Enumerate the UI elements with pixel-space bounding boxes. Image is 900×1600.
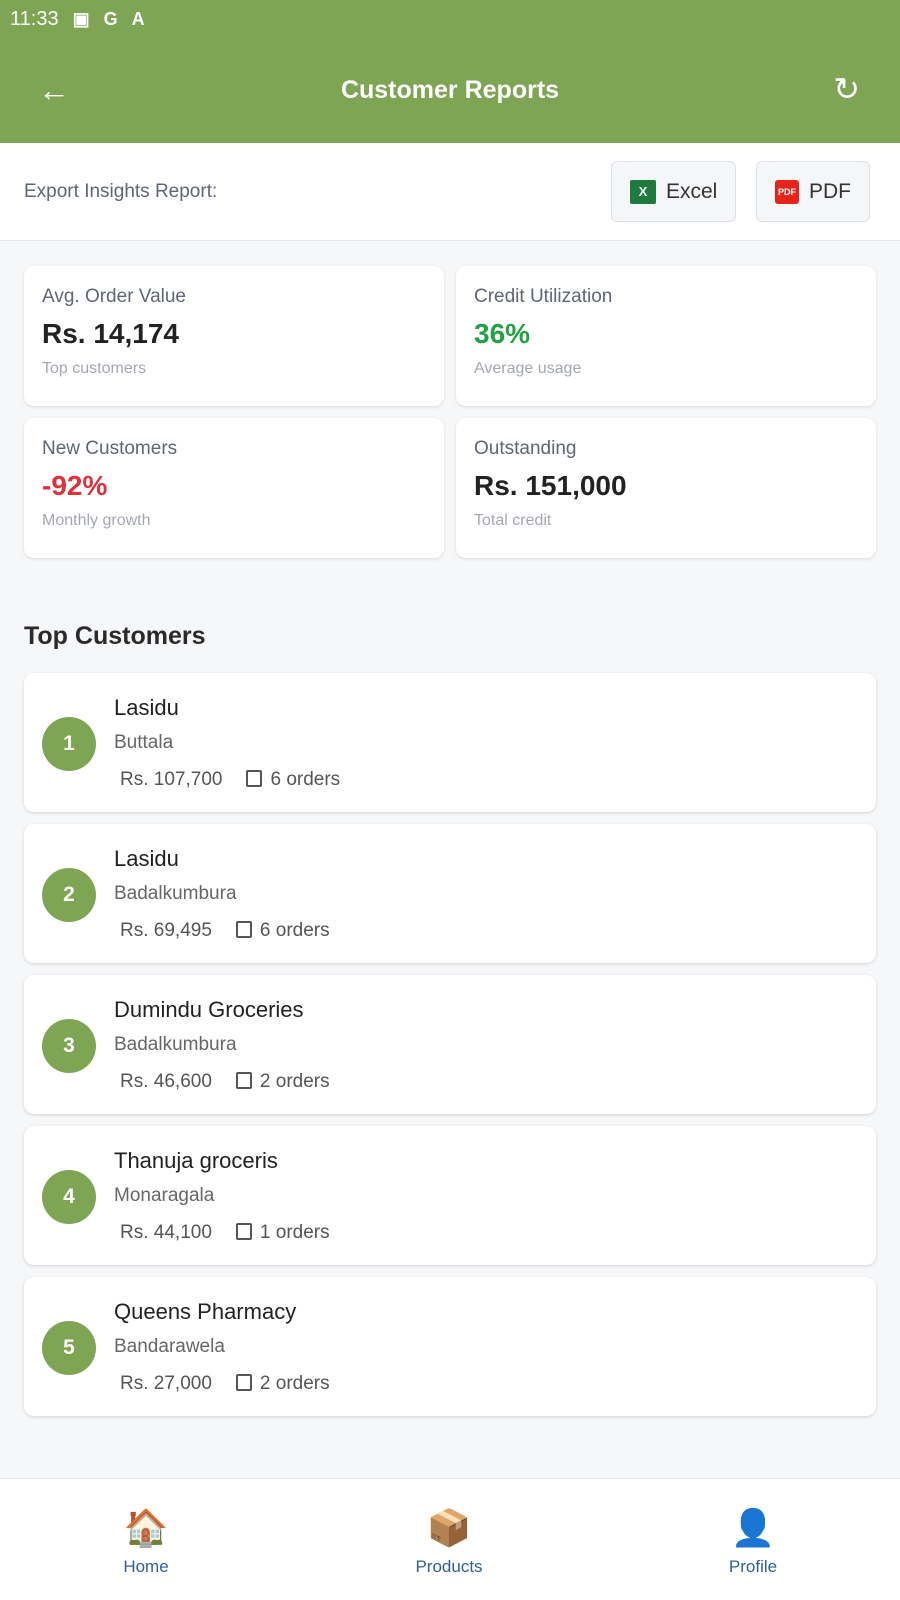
refresh-icon[interactable]: ↻ <box>833 70 860 108</box>
orders-wrap: 6 orders <box>235 920 330 942</box>
stat-sub: Monthly growth <box>42 512 151 529</box>
orders-wrap: 2 orders <box>235 1071 330 1093</box>
app-bar: 11:33 ▣ G A ← Customer Reports ↻ <box>0 0 900 143</box>
status-time: 11:33 <box>10 8 59 30</box>
customer-orders: 2 orders <box>259 1071 330 1092</box>
pdf-icon: PDF <box>775 179 799 204</box>
stat-sub: Top customers <box>42 360 147 377</box>
orders-wrap: 1 orders <box>235 1222 330 1244</box>
shopping-bag-icon <box>235 1072 252 1089</box>
customer-meta: Rs. 107,700 6 orders <box>120 769 340 791</box>
nav-label: Products <box>415 1557 483 1576</box>
customer-name: Lasidu <box>114 695 179 720</box>
customer-card[interactable]: 3 Dumindu Groceries Badalkumbura Rs. 46,… <box>24 975 876 1114</box>
shopping-bag-icon <box>235 921 252 938</box>
customer-amount: Rs. 69,495 <box>120 920 212 941</box>
nav-products[interactable]: 📦 Products <box>349 1507 549 1577</box>
stat-value: Rs. 14,174 <box>42 318 179 349</box>
rank-badge: 3 <box>42 1019 96 1073</box>
customer-card[interactable]: 1 Lasidu Buttala Rs. 107,700 6 orders <box>24 673 876 812</box>
font-icon: A <box>131 9 145 29</box>
section-title: Top Customers <box>24 622 206 650</box>
customer-name: Lasidu <box>114 846 179 871</box>
status-bar: 11:33 ▣ G A <box>10 8 145 31</box>
customer-amount: Rs. 27,000 <box>120 1373 212 1394</box>
stat-label: Avg. Order Value <box>42 286 186 307</box>
package-icon: 📦 <box>426 1507 472 1548</box>
customer-orders: 1 orders <box>259 1222 330 1243</box>
customer-name: Queens Pharmacy <box>114 1299 297 1324</box>
excel-icon: X <box>630 179 656 204</box>
customer-location: Badalkumbura <box>114 1034 237 1055</box>
stat-card-outstanding: Outstanding Rs. 151,000 Total credit <box>456 418 876 558</box>
stat-value: Rs. 151,000 <box>474 470 627 501</box>
customer-orders: 6 orders <box>270 769 341 790</box>
stat-card-credit-utilization: Credit Utilization 36% Average usage <box>456 266 876 406</box>
customer-amount: Rs. 107,700 <box>120 769 223 790</box>
customer-location: Buttala <box>114 732 174 753</box>
google-icon: G <box>103 9 118 29</box>
excel-label: Excel <box>666 179 718 203</box>
pdf-export-button[interactable]: PDF PDF <box>756 161 870 222</box>
rank-badge: 5 <box>42 1321 96 1375</box>
stat-sub: Average usage <box>474 360 582 377</box>
orders-wrap: 6 orders <box>246 769 340 791</box>
stat-label: New Customers <box>42 438 178 459</box>
customer-orders: 6 orders <box>259 920 330 941</box>
nav-label: Home <box>123 1557 169 1576</box>
export-bar: Export Insights Report: X Excel PDF PDF <box>0 143 900 241</box>
export-label: Export Insights Report: <box>24 181 218 202</box>
profile-icon: 👤 <box>730 1507 776 1548</box>
customer-location: Monaragala <box>114 1185 215 1206</box>
home-icon: 🏠 <box>123 1507 169 1548</box>
customer-amount: Rs. 44,100 <box>120 1222 212 1243</box>
customer-name: Dumindu Groceries <box>114 997 304 1022</box>
shopping-bag-icon <box>246 770 263 787</box>
stat-card-avg-order: Avg. Order Value Rs. 14,174 Top customer… <box>24 266 444 406</box>
customer-name: Thanuja groceris <box>114 1148 278 1173</box>
orders-wrap: 2 orders <box>235 1373 330 1395</box>
nav-label: Profile <box>728 1557 778 1576</box>
customer-location: Bandarawela <box>114 1336 225 1357</box>
customer-card[interactable]: 4 Thanuja groceris Monaragala Rs. 44,100… <box>24 1126 876 1265</box>
customer-location: Badalkumbura <box>114 883 237 904</box>
customer-card[interactable]: 5 Queens Pharmacy Bandarawela Rs. 27,000… <box>24 1277 876 1416</box>
excel-export-button[interactable]: X Excel <box>611 161 737 222</box>
stat-label: Credit Utilization <box>474 286 613 307</box>
stat-card-new-customers: New Customers -92% Monthly growth <box>24 418 444 558</box>
customer-meta: Rs. 46,600 2 orders <box>120 1071 330 1093</box>
customer-meta: Rs. 27,000 2 orders <box>120 1373 330 1395</box>
stat-sub: Total credit <box>474 512 552 529</box>
customer-card[interactable]: 2 Lasidu Badalkumbura Rs. 69,495 6 order… <box>24 824 876 963</box>
stat-value: 36% <box>474 318 531 349</box>
rank-badge: 4 <box>42 1170 96 1224</box>
stat-label: Outstanding <box>474 438 577 459</box>
page-title: Customer Reports <box>340 76 560 104</box>
shopping-bag-icon <box>235 1374 252 1391</box>
nav-home[interactable]: 🏠 Home <box>46 1507 246 1577</box>
image-icon: ▣ <box>72 9 90 29</box>
nav-profile[interactable]: 👤 Profile <box>653 1507 853 1577</box>
customer-meta: Rs. 69,495 6 orders <box>120 920 330 942</box>
bottom-nav: 🏠 Home 📦 Products 👤 Profile <box>0 1478 900 1600</box>
stat-value: -92% <box>42 470 108 501</box>
customer-meta: Rs. 44,100 1 orders <box>120 1222 330 1244</box>
customer-orders: 2 orders <box>259 1373 330 1394</box>
rank-badge: 1 <box>42 717 96 771</box>
customer-amount: Rs. 46,600 <box>120 1071 212 1092</box>
rank-badge: 2 <box>42 868 96 922</box>
pdf-label: PDF <box>809 179 851 203</box>
shopping-bag-icon <box>235 1223 252 1240</box>
